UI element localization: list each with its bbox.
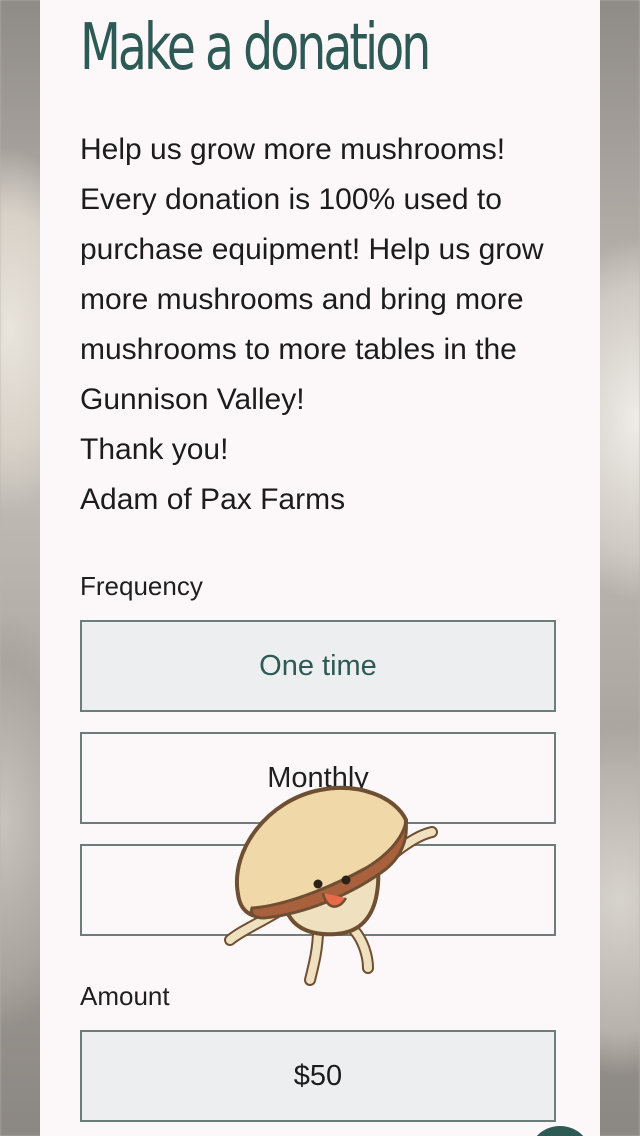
frequency-option-one-time[interactable]: One time xyxy=(80,620,556,712)
amount-label: Amount xyxy=(80,981,170,1011)
description-thanks: Thank you! xyxy=(80,433,229,466)
frequency-option-one-time-label: One time xyxy=(259,649,377,682)
description-paragraph: Help us grow more mushrooms! Every donat… xyxy=(80,133,544,416)
amount-option-selected[interactable]: $50 xyxy=(80,1030,556,1122)
description-signature: Adam of Pax Farms xyxy=(80,483,346,516)
page-title: Make a donation xyxy=(80,11,431,85)
mushroom-mascot-icon xyxy=(224,785,438,986)
donation-description: Help us grow more mushrooms! Every donat… xyxy=(80,125,570,525)
frequency-label: Frequency xyxy=(80,571,203,601)
amount-option-selected-label: $50 xyxy=(293,1059,343,1092)
